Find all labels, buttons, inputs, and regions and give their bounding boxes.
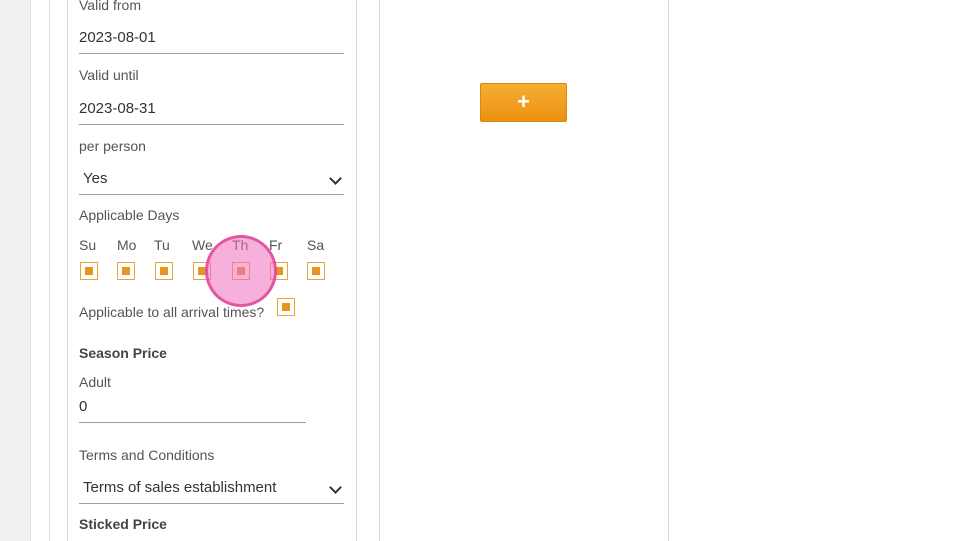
day-label-tu: Tu: [154, 237, 170, 253]
day-label-su: Su: [79, 237, 97, 253]
chevron-down-icon: [329, 481, 342, 494]
terms-select[interactable]: Terms of sales establishment: [79, 479, 344, 504]
valid-from-field[interactable]: 2023-08-01: [79, 29, 344, 54]
arrival-times-checkbox[interactable]: [277, 298, 295, 316]
valid-until-field[interactable]: 2023-08-31: [79, 100, 344, 125]
terms-value: Terms of sales establishment: [83, 479, 277, 496]
adult-price-value: 0: [79, 398, 88, 415]
day-label-mo: Mo: [117, 237, 137, 253]
check-mark-icon: [122, 267, 130, 275]
per-person-select[interactable]: Yes: [79, 170, 344, 195]
sticked-price-heading: Sticked Price: [79, 516, 167, 532]
day-checkbox-tu[interactable]: [155, 262, 173, 280]
add-season-panel: [379, 0, 669, 541]
adult-price-field[interactable]: 0: [79, 398, 306, 423]
valid-until-label: Valid until: [79, 67, 139, 83]
valid-from-label: Valid from: [79, 0, 141, 13]
check-mark-icon: [160, 267, 168, 275]
day-checkbox-sa[interactable]: [307, 262, 325, 280]
add-season-button[interactable]: +: [480, 83, 567, 122]
check-mark-icon: [85, 267, 93, 275]
day-label-sa: Sa: [307, 237, 325, 253]
day-checkbox-su[interactable]: [80, 262, 98, 280]
left-gutter: [0, 0, 31, 541]
valid-from-value: 2023-08-01: [79, 29, 156, 46]
day-checkbox-mo[interactable]: [117, 262, 135, 280]
plus-icon: +: [517, 89, 530, 114]
terms-label: Terms and Conditions: [79, 447, 215, 463]
per-person-value: Yes: [83, 170, 108, 187]
touch-indicator: [205, 235, 277, 307]
check-mark-icon: [282, 303, 290, 311]
per-person-label: per person: [79, 138, 146, 154]
season-price-heading: Season Price: [79, 345, 167, 361]
outer-border: [49, 0, 50, 541]
screen: Valid from 2023-08-01 Valid until 2023-0…: [0, 0, 967, 541]
applicable-days-label: Applicable Days: [79, 207, 180, 223]
day-label-we: We: [192, 237, 213, 253]
chevron-down-icon: [329, 172, 342, 185]
valid-until-value: 2023-08-31: [79, 100, 156, 117]
adult-label: Adult: [79, 374, 111, 390]
check-mark-icon: [312, 267, 320, 275]
